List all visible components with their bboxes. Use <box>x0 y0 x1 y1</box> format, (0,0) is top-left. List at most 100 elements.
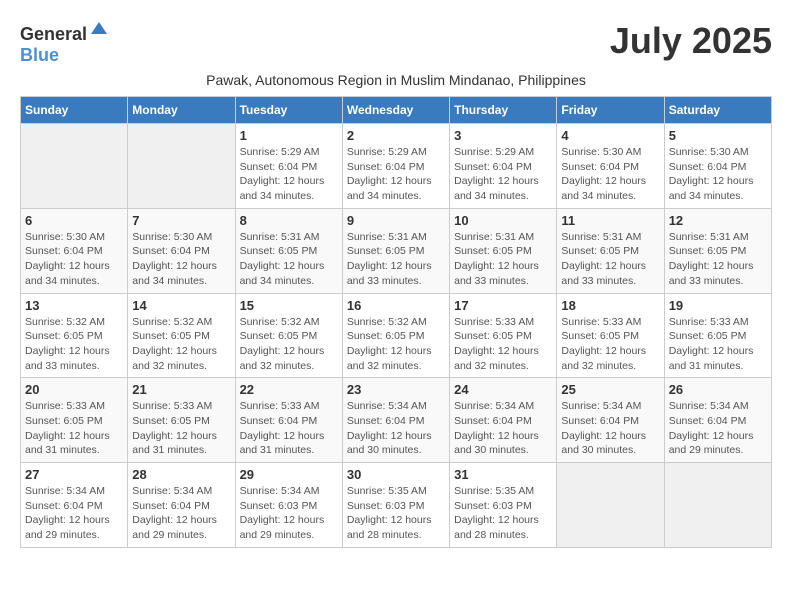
day-cell: 13 Sunrise: 5:32 AM Sunset: 6:05 PM Dayli… <box>21 293 128 378</box>
day-info: Sunrise: 5:31 AM Sunset: 6:05 PM Dayligh… <box>669 230 767 289</box>
day-number: 2 <box>347 128 445 143</box>
day-number: 28 <box>132 467 230 482</box>
month-title: July 2025 <box>610 20 772 62</box>
day-cell: 4Sunrise: 5:30 AM Sunset: 6:04 PM Daylig… <box>557 124 664 209</box>
day-number: 19 <box>669 298 767 313</box>
day-number: 4 <box>561 128 659 143</box>
day-number: 20 <box>25 382 123 397</box>
day-cell: 29Sunrise: 5:34 AM Sunset: 6:03 PM Dayli… <box>235 463 342 548</box>
week-row-2: 6 Sunrise: 5:30 AM Sunset: 6:04 PM Daylig… <box>21 208 772 293</box>
day-number: 30 <box>347 467 445 482</box>
day-cell: 20 Sunrise: 5:33 AM Sunset: 6:05 PM Dayli… <box>21 378 128 463</box>
day-number: 15 <box>240 298 338 313</box>
day-number: 6 <box>25 213 123 228</box>
day-info: Sunrise: 5:32 AM Sunset: 6:05 PM Dayligh… <box>240 315 338 374</box>
column-header-sunday: Sunday <box>21 97 128 124</box>
day-info: Sunrise: 5:35 AM Sunset: 6:03 PM Dayligh… <box>454 484 552 543</box>
day-info: Sunrise: 5:33 AM Sunset: 6:05 PM Dayligh… <box>25 399 123 458</box>
day-number: 21 <box>132 382 230 397</box>
day-info: Sunrise: 5:34 AM Sunset: 6:04 PM Dayligh… <box>669 399 767 458</box>
day-number: 27 <box>25 467 123 482</box>
week-row-5: 27 Sunrise: 5:34 AM Sunset: 6:04 PM Dayli… <box>21 463 772 548</box>
column-header-friday: Friday <box>557 97 664 124</box>
day-info: Sunrise: 5:32 AM Sunset: 6:05 PM Dayligh… <box>132 315 230 374</box>
day-info: Sunrise: 5:34 AM Sunset: 6:03 PM Dayligh… <box>240 484 338 543</box>
logo-blue: Blue <box>20 45 59 65</box>
day-number: 14 <box>132 298 230 313</box>
day-info: Sunrise: 5:31 AM Sunset: 6:05 PM Dayligh… <box>561 230 659 289</box>
day-cell <box>664 463 771 548</box>
day-cell: 24Sunrise: 5:34 AM Sunset: 6:04 PM Dayli… <box>450 378 557 463</box>
day-info: Sunrise: 5:33 AM Sunset: 6:05 PM Dayligh… <box>132 399 230 458</box>
day-number: 17 <box>454 298 552 313</box>
week-row-4: 20 Sunrise: 5:33 AM Sunset: 6:05 PM Dayli… <box>21 378 772 463</box>
day-cell: 17 Sunrise: 5:33 AM Sunset: 6:05 PM Dayli… <box>450 293 557 378</box>
logo-icon <box>89 20 109 40</box>
day-cell: 5 Sunrise: 5:30 AM Sunset: 6:04 PM Daylig… <box>664 124 771 209</box>
day-info: Sunrise: 5:35 AM Sunset: 6:03 PM Dayligh… <box>347 484 445 543</box>
day-number: 10 <box>454 213 552 228</box>
day-cell: 28 Sunrise: 5:34 AM Sunset: 6:04 PM Dayli… <box>128 463 235 548</box>
day-number: 1 <box>240 128 338 143</box>
day-number: 25 <box>561 382 659 397</box>
day-cell: 10 Sunrise: 5:31 AM Sunset: 6:05 PM Dayli… <box>450 208 557 293</box>
logo-general: General <box>20 24 87 44</box>
day-cell: 8 Sunrise: 5:31 AM Sunset: 6:05 PM Daylig… <box>235 208 342 293</box>
day-number: 18 <box>561 298 659 313</box>
day-info: Sunrise: 5:29 AM Sunset: 6:04 PM Dayligh… <box>347 145 445 204</box>
day-cell: 12 Sunrise: 5:31 AM Sunset: 6:05 PM Dayli… <box>664 208 771 293</box>
day-info: Sunrise: 5:33 AM Sunset: 6:05 PM Dayligh… <box>454 315 552 374</box>
day-info: Sunrise: 5:31 AM Sunset: 6:05 PM Dayligh… <box>454 230 552 289</box>
day-cell: 23 Sunrise: 5:34 AM Sunset: 6:04 PM Dayli… <box>342 378 449 463</box>
day-cell: 2 Sunrise: 5:29 AM Sunset: 6:04 PM Daylig… <box>342 124 449 209</box>
day-cell: 16Sunrise: 5:32 AM Sunset: 6:05 PM Dayli… <box>342 293 449 378</box>
day-cell <box>128 124 235 209</box>
day-info: Sunrise: 5:29 AM Sunset: 6:04 PM Dayligh… <box>240 145 338 204</box>
day-number: 13 <box>25 298 123 313</box>
day-info: Sunrise: 5:34 AM Sunset: 6:04 PM Dayligh… <box>561 399 659 458</box>
day-cell: 30 Sunrise: 5:35 AM Sunset: 6:03 PM Dayli… <box>342 463 449 548</box>
day-number: 5 <box>669 128 767 143</box>
day-info: Sunrise: 5:30 AM Sunset: 6:04 PM Dayligh… <box>132 230 230 289</box>
day-cell: 14 Sunrise: 5:32 AM Sunset: 6:05 PM Dayli… <box>128 293 235 378</box>
day-cell: 26Sunrise: 5:34 AM Sunset: 6:04 PM Dayli… <box>664 378 771 463</box>
day-number: 9 <box>347 213 445 228</box>
day-info: Sunrise: 5:32 AM Sunset: 6:05 PM Dayligh… <box>25 315 123 374</box>
day-cell: 19 Sunrise: 5:33 AM Sunset: 6:05 PM Dayli… <box>664 293 771 378</box>
day-cell: 3 Sunrise: 5:29 AM Sunset: 6:04 PM Daylig… <box>450 124 557 209</box>
day-cell: 27 Sunrise: 5:34 AM Sunset: 6:04 PM Dayli… <box>21 463 128 548</box>
day-info: Sunrise: 5:34 AM Sunset: 6:04 PM Dayligh… <box>132 484 230 543</box>
column-header-saturday: Saturday <box>664 97 771 124</box>
day-cell: 1 Sunrise: 5:29 AM Sunset: 6:04 PM Daylig… <box>235 124 342 209</box>
day-info: Sunrise: 5:33 AM Sunset: 6:05 PM Dayligh… <box>669 315 767 374</box>
subtitle: Pawak, Autonomous Region in Muslim Minda… <box>20 72 772 88</box>
day-cell: 7Sunrise: 5:30 AM Sunset: 6:04 PM Daylig… <box>128 208 235 293</box>
day-cell: 15 Sunrise: 5:32 AM Sunset: 6:05 PM Dayli… <box>235 293 342 378</box>
column-header-thursday: Thursday <box>450 97 557 124</box>
logo: General Blue <box>20 20 109 66</box>
day-number: 31 <box>454 467 552 482</box>
day-info: Sunrise: 5:33 AM Sunset: 6:04 PM Dayligh… <box>240 399 338 458</box>
day-info: Sunrise: 5:31 AM Sunset: 6:05 PM Dayligh… <box>240 230 338 289</box>
column-header-tuesday: Tuesday <box>235 97 342 124</box>
day-cell: 31 Sunrise: 5:35 AM Sunset: 6:03 PM Dayli… <box>450 463 557 548</box>
day-info: Sunrise: 5:30 AM Sunset: 6:04 PM Dayligh… <box>25 230 123 289</box>
day-info: Sunrise: 5:30 AM Sunset: 6:04 PM Dayligh… <box>669 145 767 204</box>
day-number: 3 <box>454 128 552 143</box>
day-number: 16 <box>347 298 445 313</box>
day-info: Sunrise: 5:33 AM Sunset: 6:05 PM Dayligh… <box>561 315 659 374</box>
day-number: 23 <box>347 382 445 397</box>
day-cell: 22Sunrise: 5:33 AM Sunset: 6:04 PM Dayli… <box>235 378 342 463</box>
header: General Blue July 2025 <box>20 20 772 66</box>
day-info: Sunrise: 5:31 AM Sunset: 6:05 PM Dayligh… <box>347 230 445 289</box>
day-number: 24 <box>454 382 552 397</box>
column-header-wednesday: Wednesday <box>342 97 449 124</box>
day-cell: 25 Sunrise: 5:34 AM Sunset: 6:04 PM Dayli… <box>557 378 664 463</box>
day-info: Sunrise: 5:29 AM Sunset: 6:04 PM Dayligh… <box>454 145 552 204</box>
day-cell: 6 Sunrise: 5:30 AM Sunset: 6:04 PM Daylig… <box>21 208 128 293</box>
week-row-3: 13 Sunrise: 5:32 AM Sunset: 6:05 PM Dayli… <box>21 293 772 378</box>
day-info: Sunrise: 5:34 AM Sunset: 6:04 PM Dayligh… <box>347 399 445 458</box>
day-info: Sunrise: 5:34 AM Sunset: 6:04 PM Dayligh… <box>25 484 123 543</box>
day-number: 12 <box>669 213 767 228</box>
day-number: 8 <box>240 213 338 228</box>
